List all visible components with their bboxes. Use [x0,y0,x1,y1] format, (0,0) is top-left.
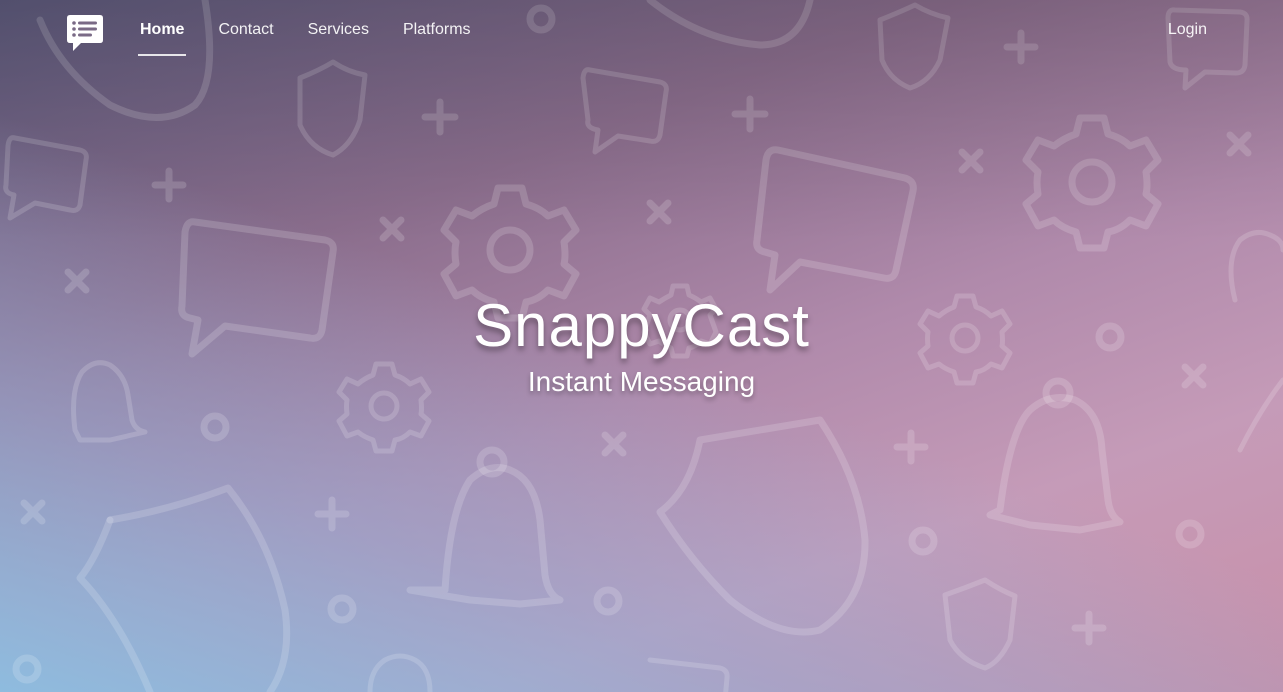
plus-icon [314,496,350,532]
plus-icon [893,429,929,465]
plus-icon [1071,610,1107,646]
x-icon [20,499,46,525]
navbar: Home Contact Services Platforms Login [0,0,1283,62]
chat-bubble-icon [753,146,917,294]
chat-bubble-list-icon [67,15,103,51]
chat-bubble-icon [580,67,669,155]
x-icon [601,431,627,457]
plus-icon [421,98,459,136]
nav-link-services[interactable]: Services [306,0,371,60]
shield-icon [942,577,1018,671]
shield-outline-shape [76,516,154,692]
bell-icon [367,653,433,692]
hero-brand: SnappyCast Instant Messaging [0,288,1283,400]
login-link[interactable]: Login [1168,0,1207,60]
plus-icon [151,167,187,203]
x-icon [379,216,405,242]
plus-icon [731,95,769,133]
x-icon [646,199,672,225]
ring-icon [327,594,357,624]
bell-icon [986,394,1124,534]
bell-icon [406,464,564,608]
x-icon [1226,131,1252,157]
ring-icon [908,526,938,556]
ring-icon [200,412,230,442]
chat-bubble-icon [3,135,89,221]
ring-icon [593,586,623,616]
logo-chat-icon[interactable] [66,14,104,52]
x-icon [958,148,984,174]
nav-link-platforms[interactable]: Platforms [401,0,473,60]
nav-link-home[interactable]: Home [138,0,187,60]
shield-icon [297,59,368,158]
chat-bubble-icon [647,657,730,692]
nav-link-contact[interactable]: Contact [216,0,275,60]
nav-links: Home Contact Services Platforms [138,0,503,60]
hero-section: Home Contact Services Platforms Login Sn… [0,0,1283,692]
ring-icon [1175,519,1205,549]
hero-subtitle: Instant Messaging [527,366,756,397]
gear-icon [1022,114,1162,252]
hero-title: SnappyCast [473,292,810,359]
shield-outline-shape [656,416,869,636]
ring-icon [12,654,42,684]
